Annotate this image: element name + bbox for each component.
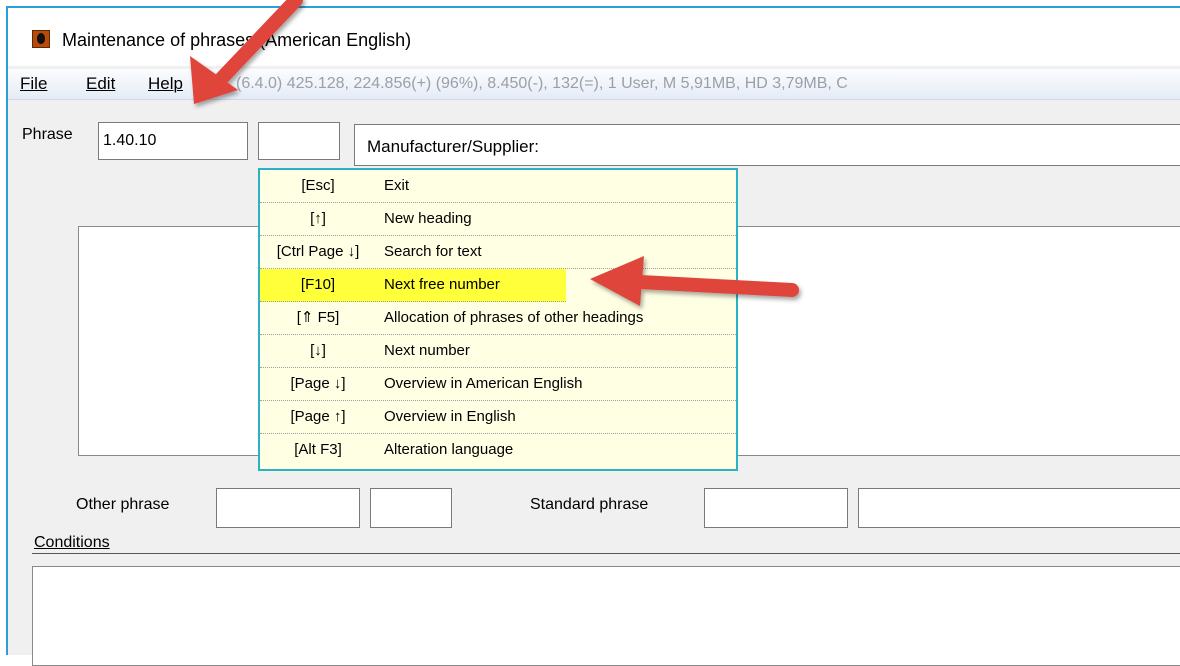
popup-item-label: Overview in American English [384,375,583,392]
menu-edit[interactable]: Edit [86,75,115,93]
menu-bar: File Edit Help (6.4.0) 425.128, 224.856(… [8,69,1180,100]
popup-item-allocation[interactable]: [⇑ F5] Allocation of phrases of other he… [260,302,736,335]
popup-item-label: Next free number [384,276,500,293]
standard-phrase-label: Standard phrase [530,496,649,513]
phrase-input[interactable] [98,122,248,160]
popup-item-next-free-number[interactable]: [F10] Next free number [260,269,566,302]
popup-item-key: [⇑ F5] [296,309,340,326]
popup-item-search-text[interactable]: [Ctrl Page ↓] Search for text [260,236,736,269]
popup-item-label: Allocation of phrases of other headings [384,309,644,326]
other-phrase-input[interactable] [216,488,360,528]
phrase-maintenance-window: Maintenance of phrases (American English… [6,6,1180,666]
conditions-label: Conditions [34,534,110,551]
popup-item-key: [Page ↑] [290,408,346,425]
popup-item-key: [↑] [310,210,326,227]
popup-item-key: [F10] [300,276,336,293]
popup-item-new-heading[interactable]: [↑] New heading [260,203,736,236]
standard-phrase-text-input[interactable] [858,488,1180,528]
popup-item-label: Overview in English [384,408,516,425]
phrase-description-field[interactable]: Manufacturer/Supplier: [354,124,1180,166]
standard-phrase-input[interactable] [704,488,848,528]
flame-icon [32,30,50,48]
popup-item-label: New heading [384,210,472,227]
phrase-label: Phrase [22,126,73,143]
popup-item-overview-english[interactable]: [Page ↑] Overview in English [260,401,736,434]
menu-file[interactable]: File [20,75,47,93]
phrase-suffix-input[interactable] [258,122,340,160]
menu-help[interactable]: Help [148,75,183,93]
popup-item-key: [Esc] [301,177,335,194]
popup-item-label: Alteration language [384,441,514,458]
popup-item-overview-american[interactable]: [Page ↓] Overview in American English [260,368,736,401]
shortcut-popup-menu: [Esc] Exit [↑] New heading [Ctrl Page ↓]… [258,168,738,471]
popup-item-label: Search for text [384,243,482,260]
conditions-text-area[interactable] [32,566,1180,666]
popup-item-key: [↓] [310,342,326,359]
popup-item-key: [Ctrl Page ↓] [276,243,360,260]
other-phrase-label: Other phrase [76,496,170,513]
window-title: Maintenance of phrases (American English… [62,30,412,50]
popup-item-label: Next number [384,342,470,359]
popup-item-key: [Page ↓] [290,375,346,392]
popup-item-next-number[interactable]: [↓] Next number [260,335,736,368]
title-bar: Maintenance of phrases (American English… [8,8,1180,66]
status-info: (6.4.0) 425.128, 224.856(+) (96%), 8.450… [236,75,848,92]
popup-item-label: Exit [384,177,410,194]
conditions-divider [32,553,1180,554]
popup-item-exit[interactable]: [Esc] Exit [260,170,736,203]
other-phrase-suffix-input[interactable] [370,488,452,528]
phrase-description-text: Manufacturer/Supplier: [367,137,539,156]
popup-item-key: [Alt F3] [294,441,342,458]
popup-item-alteration-language[interactable]: [Alt F3] Alteration language [260,434,736,467]
